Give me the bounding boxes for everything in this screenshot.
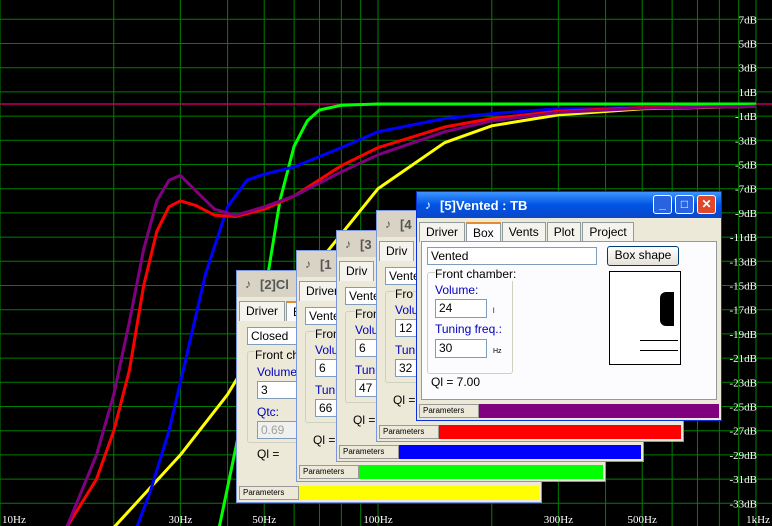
volume-label: Volume:: [435, 283, 479, 297]
color-swatch-purple: [479, 404, 719, 418]
color-swatch-blue: [399, 445, 641, 459]
y-tick-label: 5dB: [739, 39, 757, 51]
tuning-unit: Hz: [493, 348, 502, 355]
tuning-label: Tuni: [315, 383, 338, 397]
speaker-icon: ♪: [245, 277, 251, 291]
y-tick-label: -31dB: [730, 474, 758, 486]
x-tick-label: 100Hz: [363, 514, 392, 526]
x-tick-label: 30Hz: [168, 514, 192, 526]
tab-box[interactable]: Box: [466, 222, 501, 242]
window-5-vented-tb[interactable]: ♪ [5]Vented : TB _ □ ✕ Driver Box Vents P…: [416, 191, 722, 421]
close-button[interactable]: ✕: [697, 195, 716, 214]
volume-input[interactable]: 3: [257, 381, 297, 399]
y-tick-label: -15dB: [730, 281, 758, 293]
parameters-label[interactable]: Parameters: [339, 445, 399, 459]
status-bar: Parameters: [239, 486, 539, 500]
window-4-title: [4: [400, 216, 412, 232]
y-tick-label: 1dB: [739, 87, 757, 99]
ql-value: Ql = 7.00: [431, 375, 481, 389]
tab-project[interactable]: Project: [582, 222, 634, 242]
tuning-label: Tuni: [355, 363, 378, 377]
window-1-title: [1: [320, 256, 332, 272]
box-shape-preview: [609, 271, 681, 365]
status-bar: Parameters: [419, 404, 719, 418]
qtc-input[interactable]: 0.69: [257, 421, 297, 439]
tab-driver[interactable]: Driver: [239, 301, 285, 321]
tab-strip: Driver Box Vents Plot Project: [419, 222, 719, 242]
volume-label: Volu: [395, 303, 419, 317]
status-bar: Parameters: [299, 465, 603, 479]
box-type-field[interactable]: Closed: [247, 327, 301, 345]
tab-driver[interactable]: Driv: [379, 241, 415, 261]
status-bar: Parameters: [379, 425, 681, 439]
tab-plot[interactable]: Plot: [546, 222, 582, 242]
qtc-label: Qtc:: [257, 405, 280, 419]
parameters-label[interactable]: Parameters: [379, 425, 439, 439]
tuning-input[interactable]: 30: [435, 339, 487, 358]
color-swatch-red: [439, 425, 681, 439]
x-tick-label: 300Hz: [544, 514, 573, 526]
y-tick-label: -21dB: [730, 353, 758, 365]
y-tick-label: -11dB: [730, 232, 757, 244]
driver-icon: [660, 292, 674, 326]
y-tick-label: -19dB: [730, 329, 758, 341]
port-top-line: [640, 340, 678, 341]
y-tick-label: -5dB: [735, 160, 757, 172]
ql-value: Ql =: [257, 447, 280, 461]
speaker-icon: ♪: [345, 237, 351, 251]
y-tick-label: -29dB: [730, 450, 758, 462]
volume-label: Volume:: [257, 365, 301, 379]
maximize-button[interactable]: □: [675, 195, 694, 214]
tuning-label: Tun: [395, 343, 416, 357]
y-tick-label: -7dB: [735, 184, 757, 196]
x-tick-label: 500Hz: [628, 514, 657, 526]
tab-driver[interactable]: Driv: [339, 261, 375, 281]
y-tick-label: -23dB: [730, 377, 758, 389]
window-5-title: [5]Vented : TB: [440, 197, 528, 213]
color-swatch-green: [359, 465, 603, 479]
status-bar: Parameters: [339, 445, 641, 459]
x-tick-label: 10Hz: [2, 514, 26, 526]
volume-label: Volu: [315, 343, 339, 357]
y-tick-label: -13dB: [730, 256, 758, 268]
tab-vents[interactable]: Vents: [501, 222, 546, 242]
y-tick-label: -25dB: [730, 402, 758, 414]
speaker-icon: ♪: [425, 198, 431, 212]
box-type-field[interactable]: Vented: [427, 247, 597, 265]
box-shape-button[interactable]: Box shape: [607, 246, 679, 266]
y-tick-label: -33dB: [730, 498, 758, 510]
volume-input[interactable]: 24: [435, 299, 487, 318]
y-tick-label: -3dB: [735, 135, 757, 147]
speaker-icon: ♪: [385, 217, 391, 231]
tuning-label: Tuning freq.:: [435, 322, 502, 336]
window-2-title: [2]Cl: [260, 276, 289, 292]
parameters-label[interactable]: Parameters: [419, 404, 479, 418]
color-swatch-yellow: [299, 486, 539, 500]
volume-label: Volu: [355, 323, 379, 337]
y-tick-label: -1dB: [735, 111, 757, 123]
speaker-icon: ♪: [305, 257, 311, 271]
y-tick-label: -17dB: [730, 305, 758, 317]
y-tick-label: 3dB: [739, 63, 757, 75]
parameters-label[interactable]: Parameters: [239, 486, 299, 500]
y-tick-label: 7dB: [739, 14, 757, 26]
y-tick-label: -27dB: [730, 426, 758, 438]
minimize-button[interactable]: _: [653, 195, 672, 214]
front-chamber-label: Front chamber:: [435, 267, 517, 281]
parameters-label[interactable]: Parameters: [299, 465, 359, 479]
front-chamber-label: Fro: [395, 287, 413, 301]
tab-driver[interactable]: Driver: [419, 222, 465, 242]
volume-unit: l: [493, 308, 495, 315]
y-tick-label: -9dB: [735, 208, 757, 220]
window-3-title: [3: [360, 236, 372, 252]
x-tick-label: 1kHz: [746, 514, 770, 526]
port-bottom-line: [640, 350, 678, 351]
x-tick-label: 50Hz: [252, 514, 276, 526]
